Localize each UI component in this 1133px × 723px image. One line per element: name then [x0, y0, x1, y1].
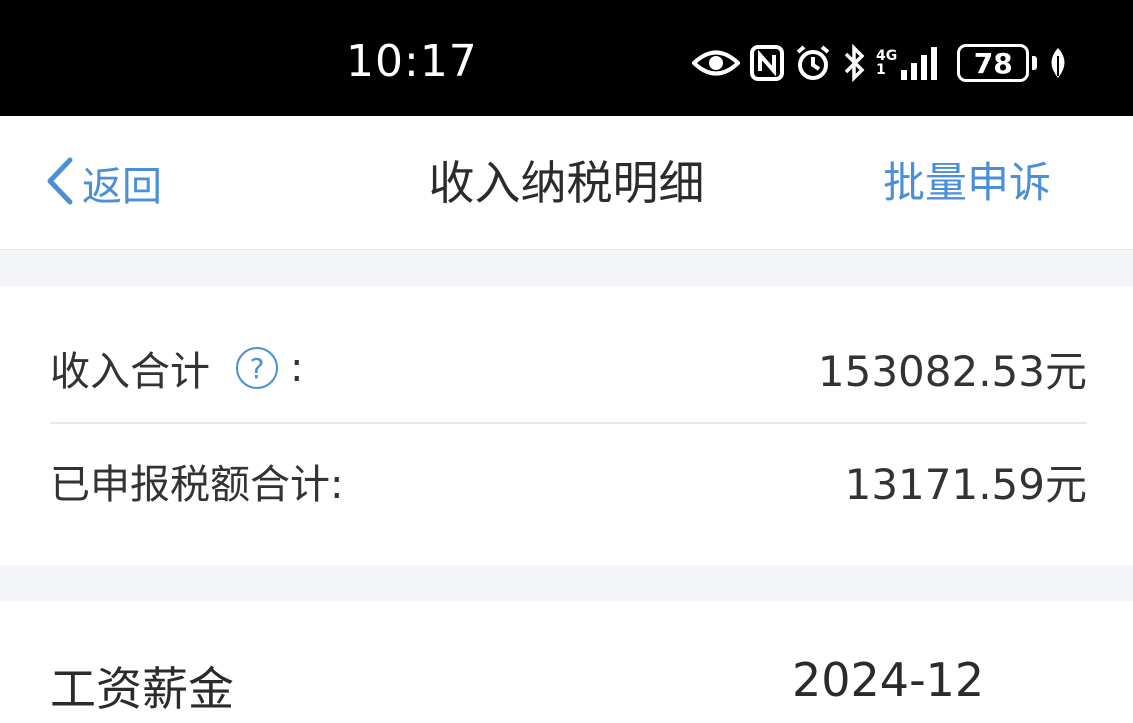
income-total-row: 收入合计 ? : 153082.53元: [50, 314, 1087, 424]
income-list-item[interactable]: 工资薪金 2024-12: [0, 601, 1133, 723]
network-label: 4G 1: [876, 48, 898, 78]
eye-icon: [692, 48, 740, 78]
signal-icon: [901, 46, 941, 80]
bluetooth-icon: [842, 44, 866, 82]
income-type: 工资薪金: [50, 662, 234, 716]
declared-tax-label: 已申报税额合计:: [50, 462, 344, 508]
nfc-icon: [750, 45, 784, 81]
nav-bar: 返回 收入纳税明细 批量申诉: [0, 116, 1133, 250]
help-icon[interactable]: ?: [236, 347, 278, 389]
summary-card: 收入合计 ? : 153082.53元 已申报税额合计: 13171.59元: [0, 286, 1133, 565]
income-total-label: 收入合计: [50, 349, 210, 395]
status-bar: 10:17 4G 1 78: [0, 0, 1133, 116]
income-period: 2024-12: [792, 653, 985, 707]
declared-tax-row: 已申报税额合计: 13171.59元: [50, 426, 1087, 536]
income-total-value: 153082.53元: [817, 346, 1087, 396]
declared-tax-value: 13171.59元: [844, 459, 1087, 509]
leaf-icon: [1047, 46, 1069, 80]
battery-tip: [1032, 56, 1038, 70]
status-time: 10:17: [346, 36, 478, 87]
alarm-icon: [794, 44, 832, 82]
battery-level: 78: [973, 46, 1013, 80]
battery-icon: 78: [957, 44, 1030, 82]
batch-appeal-button[interactable]: 批量申诉: [883, 156, 1051, 210]
status-icons: 4G 1 78: [692, 38, 1069, 88]
income-total-colon: :: [290, 345, 304, 391]
